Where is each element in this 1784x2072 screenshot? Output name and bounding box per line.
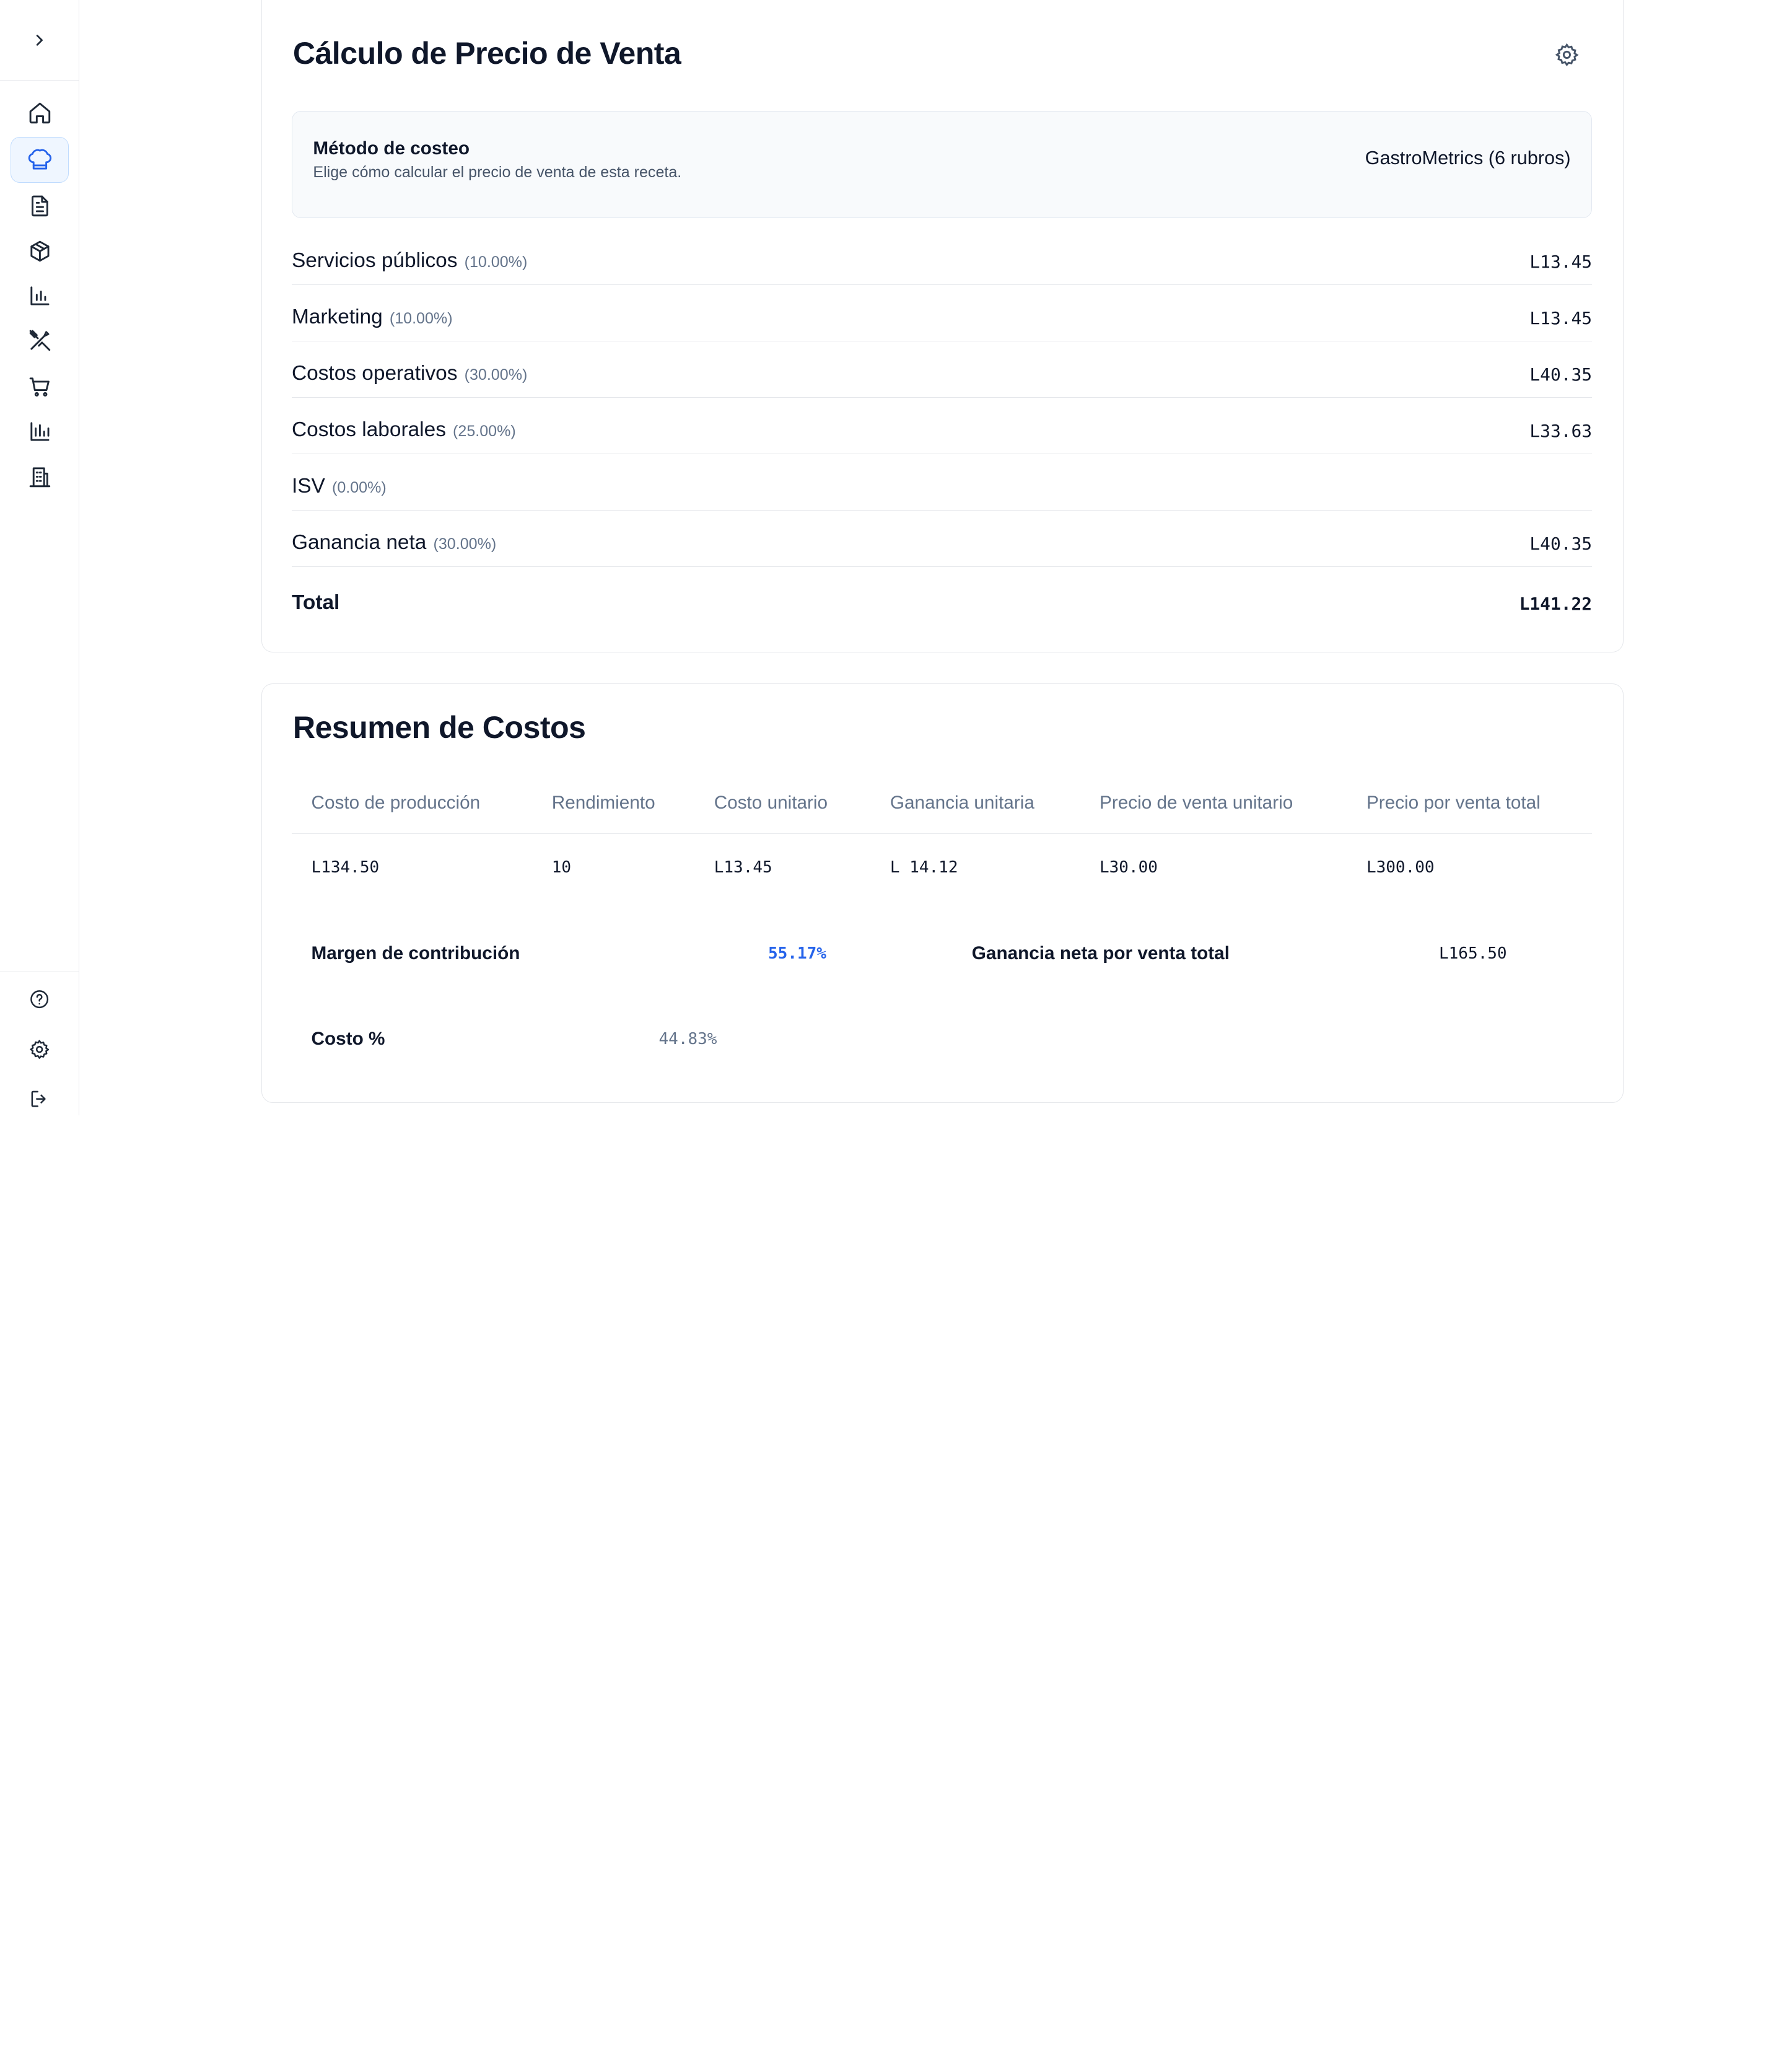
column-header: Ganancia unitaria bbox=[890, 792, 1034, 813]
table-cell: L 14.12 bbox=[890, 858, 958, 877]
net-profit-label: Ganancia neta por venta total bbox=[971, 943, 1230, 964]
costing-method-title: Método de costeo bbox=[313, 138, 470, 159]
cost-row-label: ISV bbox=[291, 475, 325, 498]
net-profit-value: L165.50 bbox=[1438, 944, 1507, 964]
cost-row: ISV (0.00%) bbox=[291, 454, 1593, 511]
chevron-right-icon bbox=[37, 34, 43, 46]
bar-chart-2-icon bbox=[30, 422, 50, 441]
building-icon bbox=[29, 467, 50, 487]
column-header: Costo unitario bbox=[714, 792, 828, 813]
table-cell: L134.50 bbox=[311, 858, 380, 877]
pricing-settings-button[interactable] bbox=[1554, 42, 1582, 70]
cost-row-amount: L33.63 bbox=[1529, 421, 1593, 442]
cost-row-label: Marketing bbox=[291, 305, 383, 329]
cost-row-amount: L13.45 bbox=[1529, 307, 1593, 328]
cost-row-label: Servicios públicos bbox=[291, 249, 458, 273]
cost-row-amount: L40.35 bbox=[1529, 364, 1593, 385]
utensils-crossed-icon bbox=[29, 330, 50, 351]
sidebar bbox=[0, 0, 80, 1115]
column-header: Costo de producción bbox=[311, 792, 481, 813]
cost-row-percent: (25.00%) bbox=[453, 423, 516, 441]
document-icon bbox=[31, 195, 48, 217]
column-header: Precio de venta unitario bbox=[1100, 792, 1293, 813]
summary-table-header: Costo de producción Rendimiento Costo un… bbox=[291, 779, 1593, 834]
sidebar-toggle-button[interactable] bbox=[0, 0, 80, 81]
cost-row-label: Costos laborales bbox=[291, 418, 446, 442]
help-circle-icon bbox=[30, 990, 49, 1008]
sidebar-item-logout[interactable] bbox=[11, 1076, 69, 1115]
costing-method-value[interactable]: GastroMetrics (6 rubros) bbox=[1365, 147, 1571, 169]
cost-row-label: Ganancia neta bbox=[291, 531, 427, 555]
home-icon bbox=[29, 102, 50, 123]
cost-row-percent: (30.00%) bbox=[433, 535, 497, 553]
package-icon bbox=[30, 240, 50, 261]
sidebar-item-analytics[interactable] bbox=[11, 408, 69, 454]
cost-row: Costos laborales (25.00%) L33.63 bbox=[291, 398, 1593, 454]
cost-row: Ganancia neta (30.00%) L40.35 bbox=[291, 511, 1593, 567]
table-cell: 10 bbox=[551, 858, 572, 877]
pricing-title: Cálculo de Precio de Venta bbox=[292, 35, 681, 71]
cost-row-amount: L40.35 bbox=[1529, 533, 1593, 555]
table-cell: L30.00 bbox=[1100, 858, 1158, 877]
bar-chart-icon bbox=[30, 286, 50, 305]
sidebar-item-settings[interactable] bbox=[11, 1027, 69, 1073]
sidebar-item-purchases[interactable] bbox=[11, 364, 69, 410]
cost-row-label: Costos operativos bbox=[291, 362, 458, 385]
chef-hat-icon bbox=[28, 149, 51, 170]
shopping-cart-icon bbox=[29, 377, 50, 397]
column-header: Precio por venta total bbox=[1366, 792, 1541, 813]
settings-icon bbox=[30, 1040, 50, 1060]
sidebar-item-reports[interactable] bbox=[11, 273, 69, 318]
sidebar-item-home[interactable] bbox=[11, 90, 69, 136]
sidebar-item-documents[interactable] bbox=[11, 183, 69, 229]
cost-row-percent: (10.00%) bbox=[389, 310, 453, 328]
sidebar-item-company[interactable] bbox=[11, 454, 69, 499]
costing-method-selector[interactable]: Método de costeo Elige cómo calcular el … bbox=[291, 111, 1593, 219]
logout-icon bbox=[32, 1091, 46, 1107]
sidebar-item-recipes[interactable] bbox=[10, 137, 69, 183]
cost-row: Costos operativos (30.00%) L40.35 bbox=[291, 341, 1593, 398]
pricing-card: Cálculo de Precio de Venta Método de cos… bbox=[261, 0, 1624, 653]
cost-percent-label: Costo % bbox=[311, 1028, 385, 1049]
sidebar-item-menu[interactable] bbox=[11, 318, 69, 364]
table-cell: L300.00 bbox=[1366, 858, 1435, 877]
table-cell: L13.45 bbox=[714, 858, 772, 877]
sidebar-item-inventory[interactable] bbox=[11, 228, 69, 274]
cost-summary-card: Resumen de Costos Costo de producción Re… bbox=[261, 683, 1624, 1103]
cost-percent-value: 44.83% bbox=[658, 1029, 717, 1048]
contribution-margin-value: 55.17% bbox=[768, 944, 826, 964]
app-frame: Cálculo de Precio de Venta Método de cos… bbox=[0, 0, 1783, 1115]
cost-row: Servicios públicos (10.00%) L13.45 bbox=[291, 229, 1593, 285]
costing-method-subtitle: Elige cómo calcular el precio de venta d… bbox=[313, 163, 682, 181]
summary-title: Resumen de Costos bbox=[292, 710, 586, 745]
cost-row-percent: (30.00%) bbox=[464, 366, 528, 384]
cost-row: Marketing (10.00%) L13.45 bbox=[291, 285, 1593, 341]
total-amount: L141.22 bbox=[1519, 593, 1593, 614]
total-label: Total bbox=[291, 590, 340, 614]
cost-row-amount: L13.45 bbox=[1529, 251, 1593, 272]
cost-row-percent: (0.00%) bbox=[331, 479, 387, 497]
column-header: Rendimiento bbox=[551, 792, 655, 813]
cost-row-percent: (10.00%) bbox=[464, 253, 528, 271]
sidebar-item-help[interactable] bbox=[11, 976, 69, 1022]
contribution-margin-label: Margen de contribución bbox=[311, 943, 520, 964]
settings-icon bbox=[1555, 43, 1579, 66]
